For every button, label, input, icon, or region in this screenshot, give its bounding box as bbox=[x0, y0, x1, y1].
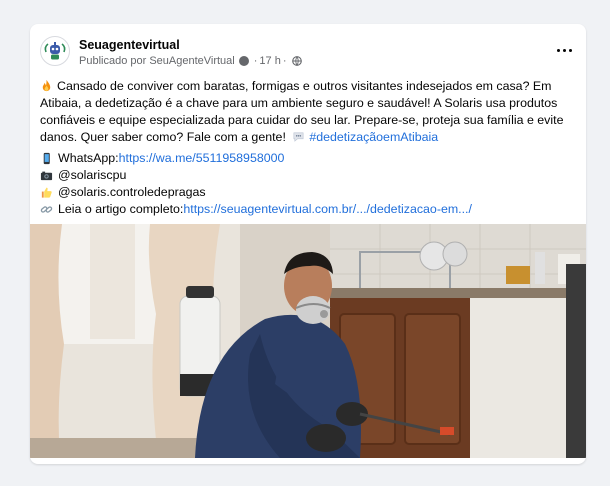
contact-whatsapp: WhatsApp: https://wa.me/5511958958000 bbox=[40, 150, 574, 167]
hashtag-link[interactable]: #dedetizaçãoemAtibaia bbox=[309, 130, 438, 144]
instagram-handle[interactable]: @solariscpu bbox=[58, 167, 126, 184]
contact-list: WhatsApp: https://wa.me/5511958958000 @s… bbox=[40, 150, 574, 218]
contact-article: Leia o artigo completo: https://seuagent… bbox=[40, 201, 574, 218]
post-card: Seuagentevirtual Publicado por SeuAgente… bbox=[30, 24, 586, 464]
post-meta: Publicado por SeuAgenteVirtual · 17 h · bbox=[79, 55, 302, 67]
separator-dot: · bbox=[253, 55, 258, 67]
contact-instagram: @solariscpu bbox=[40, 167, 574, 184]
post-time[interactable]: 17 h bbox=[259, 55, 280, 67]
globe-icon bbox=[291, 56, 302, 66]
published-by-label[interactable]: Publicado por SeuAgenteVirtual bbox=[79, 55, 235, 67]
contact-label: WhatsApp: bbox=[58, 151, 119, 165]
camera-icon bbox=[40, 171, 53, 181]
whatsapp-link[interactable]: https://wa.me/5511958958000 bbox=[119, 150, 285, 167]
thumbs-up-icon bbox=[41, 187, 52, 198]
facebook-handle[interactable]: @solaris.controledepragas bbox=[58, 184, 206, 201]
contact-facebook: @solaris.controledepragas bbox=[40, 184, 574, 201]
post-header: Seuagentevirtual Publicado por SeuAgente… bbox=[30, 24, 586, 76]
dot bbox=[562, 48, 566, 52]
dot bbox=[556, 48, 560, 52]
article-link[interactable]: https://seuagentevirtual.com.br/.../dede… bbox=[183, 201, 472, 218]
more-options-button[interactable] bbox=[554, 40, 574, 60]
page-avatar[interactable] bbox=[40, 36, 70, 66]
link-icon bbox=[40, 206, 53, 213]
help-icon[interactable] bbox=[238, 56, 249, 66]
author-name[interactable]: Seuagentevirtual bbox=[79, 38, 180, 52]
phone-icon bbox=[43, 152, 50, 165]
post-body: Cansado de conviver com baratas, formiga… bbox=[40, 78, 574, 146]
dot bbox=[568, 48, 572, 52]
separator-dot: · bbox=[282, 55, 287, 67]
contact-label: Leia o artigo completo: bbox=[58, 202, 184, 216]
speech-bubble-icon bbox=[293, 132, 304, 142]
pest-control-worker-image bbox=[30, 224, 586, 458]
robot-logo-icon bbox=[42, 38, 68, 64]
fire-icon bbox=[42, 79, 51, 92]
post-photo[interactable] bbox=[30, 224, 586, 458]
